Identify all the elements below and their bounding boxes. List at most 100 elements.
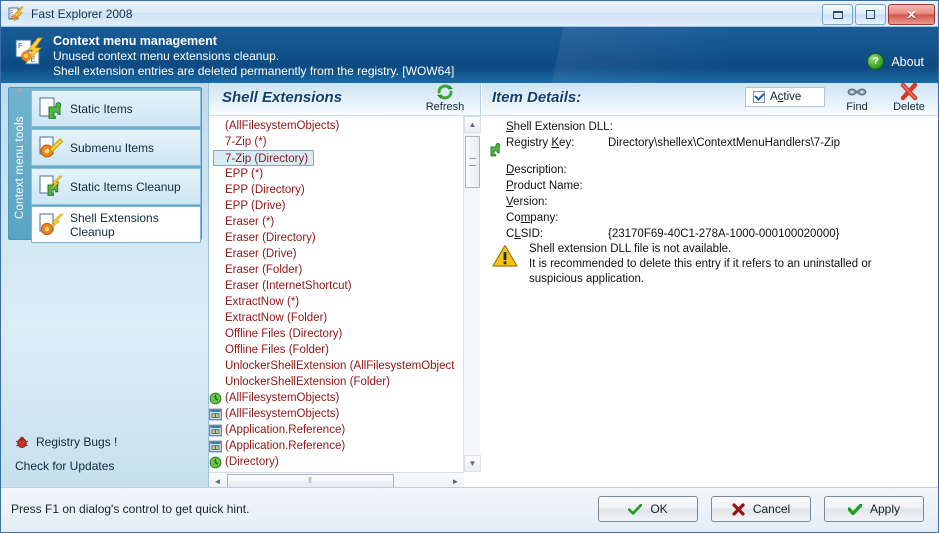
list-item[interactable]: (Application.Reference) <box>209 422 459 438</box>
list-item[interactable]: 7-Zip (*) <box>209 134 459 150</box>
refresh-button[interactable]: Refresh <box>418 83 472 116</box>
vertical-scroll-thumb[interactable] <box>465 136 480 188</box>
sidebar-item-label: Static Items Cleanup <box>70 179 181 194</box>
sidebar-item-submenu-items[interactable]: Submenu Items <box>31 129 201 166</box>
list-item[interactable]: (AllFilesystemObjects) <box>209 390 459 406</box>
list-item[interactable]: (AllFilesystemObjects) <box>209 406 459 422</box>
checkbox-checked-icon <box>753 91 765 103</box>
list-item-label: ExtractNow (*) <box>225 296 300 308</box>
list-item[interactable]: UnlockerShellExtension (AllFilesystemObj… <box>209 358 459 374</box>
app-logo-icon: F E <box>15 37 45 67</box>
status-hint: Press F1 on dialog's control to get quic… <box>11 502 250 516</box>
list-item[interactable]: EPP (Directory) <box>209 182 459 198</box>
details-body: Shell Extension DLL: Registry Key: Direc… <box>482 116 938 489</box>
field-value-clsid: {23170F69-40C1-278A-1000-000100020000} <box>608 228 840 240</box>
apply-label: Apply <box>869 502 901 516</box>
lightning-app-icon: F E <box>8 6 26 22</box>
horizontal-scroll-thumb[interactable]: ⦀ <box>227 474 394 488</box>
sidebar-item-shell-extensions-cleanup[interactable]: Shell Extensions Cleanup <box>31 206 201 243</box>
list-item-label: UnlockerShellExtension (Folder) <box>225 376 390 388</box>
list-item-label: UnlockerShellExtension (AllFilesystemObj… <box>225 360 455 372</box>
header-banner: F E Context menu management Unused conte… <box>1 27 938 83</box>
list-item-selected[interactable]: 7-Zip (Directory) <box>213 150 315 166</box>
gear-bolt-icon <box>38 212 64 238</box>
banner-line-2: Unused context menu extensions cleanup. <box>53 49 280 63</box>
about-button[interactable]: ? About <box>867 53 924 70</box>
list-item-label: Eraser (InternetShortcut) <box>225 280 352 292</box>
minimize-button[interactable] <box>822 4 853 25</box>
list-item[interactable]: Eraser (InternetShortcut) <box>209 278 459 294</box>
active-checkbox[interactable]: Active <box>745 87 825 107</box>
list-item[interactable]: ExtractNow (*) <box>209 294 459 310</box>
blue-window-icon <box>209 440 222 453</box>
list-item[interactable]: UnlockerShellExtension (Folder) <box>209 374 459 390</box>
blue-window-icon <box>209 408 222 421</box>
close-button[interactable]: ✕ <box>888 4 935 25</box>
maximize-button[interactable] <box>855 4 886 25</box>
shell-extensions-panel: Shell Extensions Refresh (AllFilesystemO… <box>209 83 481 489</box>
find-button[interactable]: Find <box>832 83 882 116</box>
cancel-label: Cancel <box>752 502 791 516</box>
ok-button[interactable]: OK <box>598 496 698 522</box>
list-item[interactable]: (Application.Reference) <box>209 438 459 454</box>
delete-button[interactable]: Delete <box>884 82 934 116</box>
list-item[interactable]: ExtractNow (Folder) <box>209 310 459 326</box>
list-item[interactable]: (Directory) <box>209 454 459 470</box>
list-item-label: (Application.Reference) <box>225 424 346 436</box>
list-item[interactable]: Offline Files (Folder) <box>209 342 459 358</box>
apply-button[interactable]: Apply <box>824 496 924 522</box>
banner-text: Context menu management Unused context m… <box>53 33 454 79</box>
bug-icon <box>15 436 29 448</box>
chevron-up-icon[interactable]: ⌃ <box>14 89 26 101</box>
list-vertical-scrollbar[interactable]: ▲ ▼ <box>463 116 481 472</box>
banner-heading: Context menu management <box>53 34 217 48</box>
sidebar-item-static-items-cleanup[interactable]: Static Items Cleanup <box>31 168 201 205</box>
active-label: Active <box>770 91 802 103</box>
registry-bugs-label: Registry Bugs ! <box>36 435 118 449</box>
list-item[interactable]: EPP (*) <box>209 166 459 182</box>
green-clock-icon <box>209 392 222 405</box>
list-item-label: EPP (*) <box>225 168 264 180</box>
list-panel-title: Shell Extensions <box>222 89 343 106</box>
item-details-panel: Item Details: Active Find Delete Shell E… <box>482 82 938 489</box>
list-item[interactable]: Eraser (Folder) <box>209 262 459 278</box>
list-item[interactable]: (AllFilesystemObjects) <box>209 118 459 134</box>
banner-line-3: Shell extension entries are deleted perm… <box>53 64 455 78</box>
field-label-shell-extension-dll: Shell Extension DLL: <box>506 121 613 133</box>
footer-bar: Press F1 on dialog's control to get quic… <box>1 487 938 532</box>
sidebar-item-static-items[interactable]: Static Items <box>31 90 201 127</box>
list-item-label: 7-Zip (Directory) <box>225 153 309 165</box>
list-item[interactable]: Offline Files (Directory) <box>209 326 459 342</box>
red-x-icon <box>899 82 919 101</box>
triangle-up-icon[interactable]: ▲ <box>464 116 481 133</box>
sidebar-item-label: Shell Extensions Cleanup <box>70 210 159 239</box>
check-updates-link[interactable]: Check for Updates <box>15 459 117 473</box>
shell-extensions-list[interactable]: (AllFilesystemObjects) 7-Zip (*) 7-Zip (Di… <box>209 116 481 489</box>
triangle-down-icon[interactable]: ▼ <box>464 455 481 472</box>
list-item-label: EPP (Directory) <box>225 184 305 196</box>
minimize-icon <box>832 10 843 19</box>
list-item[interactable]: Eraser (Directory) <box>209 230 459 246</box>
list-item[interactable]: EPP (Drive) <box>209 198 459 214</box>
list-item[interactable]: Eraser (Drive) <box>209 246 459 262</box>
sidebar-footer-links: Registry Bugs ! Check for Updates <box>15 435 117 473</box>
warning-triangle-icon <box>492 244 518 268</box>
sidebar-item-label: Submenu Items <box>70 140 155 155</box>
list-item-label: (Directory) <box>225 456 279 468</box>
warning-text: Shell extension DLL file is not availabl… <box>529 242 872 287</box>
main-body: ⌃ Context menu tools Static Items Submen… <box>1 82 938 489</box>
dialog-buttons: OK Cancel Apply <box>598 496 924 522</box>
cancel-button[interactable]: Cancel <box>711 496 811 522</box>
list-panel-header: Shell Extensions Refresh <box>209 83 480 116</box>
list-item-label: Eraser (Folder) <box>225 264 303 276</box>
blue-window-icon <box>209 424 222 437</box>
list-item[interactable]: Eraser (*) <box>209 214 459 230</box>
sidebar: ⌃ Context menu tools Static Items Submen… <box>1 83 209 489</box>
list-item-label: (AllFilesystemObjects) <box>225 408 340 420</box>
green-check-icon <box>628 503 643 515</box>
title-bar: F E Fast Explorer 2008 ✕ <box>1 1 938 27</box>
registry-bugs-link[interactable]: Registry Bugs ! <box>15 435 117 449</box>
about-label: About <box>891 54 924 69</box>
field-label-company: Company: <box>506 212 559 224</box>
refresh-arrows-icon <box>436 83 454 101</box>
